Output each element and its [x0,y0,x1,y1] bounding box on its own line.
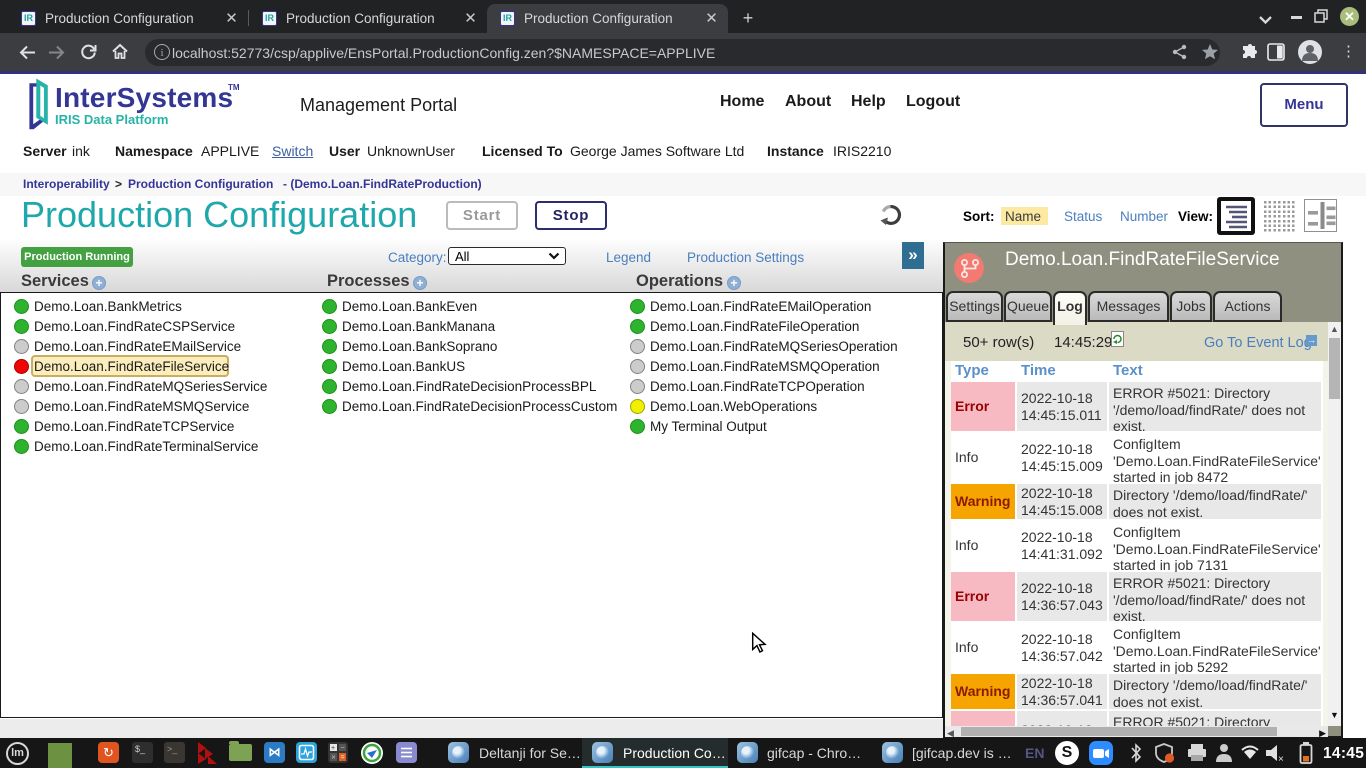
svg-text:+: + [331,745,335,752]
svg-text:InterSystems: InterSystems [55,82,233,113]
svg-text:IRIS Data Platform: IRIS Data Platform [55,112,168,127]
svg-text:−: − [341,745,345,752]
svg-text:TM: TM [228,83,240,92]
svg-text:×: × [332,755,336,762]
svg-text:=: = [341,755,345,762]
svg-text:×: × [1278,754,1284,764]
